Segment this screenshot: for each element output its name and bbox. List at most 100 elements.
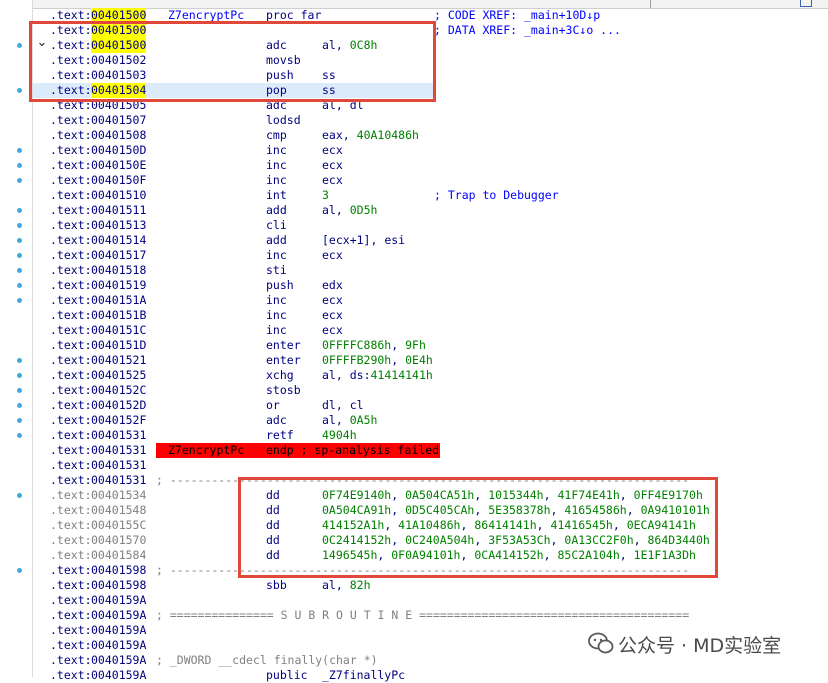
- segment-label[interactable]: .text:: [50, 308, 92, 323]
- operands[interactable]: ecx: [322, 308, 343, 323]
- address[interactable]: 00401525: [91, 368, 146, 383]
- address[interactable]: 0040159A: [91, 623, 146, 638]
- address[interactable]: 0040151D: [91, 338, 146, 353]
- address[interactable]: 00401584: [91, 548, 146, 563]
- address[interactable]: 0040155C: [91, 518, 146, 533]
- operands[interactable]: 0FFFFC886h, 9Fh: [322, 338, 426, 353]
- listing-row[interactable]: .text: 00401507 lodsd: [0, 113, 828, 128]
- listing-row[interactable]: .text: 00401531 Z7encryptPc endp ; sp-analy…: [0, 443, 828, 458]
- listing-row[interactable]: .text: 00401513 cli: [0, 218, 828, 233]
- segment-label[interactable]: .text:: [50, 143, 92, 158]
- listing-row[interactable]: .text: 00401598 sbb al, 82h: [0, 578, 828, 593]
- segment-label[interactable]: .text:: [50, 668, 92, 683]
- mnemonic[interactable]: inc: [266, 158, 287, 173]
- address[interactable]: 0040151B: [91, 308, 146, 323]
- operands[interactable]: al, ds:41414141h: [322, 368, 433, 383]
- mnemonic[interactable]: inc: [266, 173, 287, 188]
- segment-label[interactable]: .text:: [50, 113, 92, 128]
- operands[interactable]: _Z7finallyPc: [322, 668, 405, 683]
- function-name[interactable]: Z7encryptPc: [168, 443, 244, 458]
- address[interactable]: 00401511: [91, 203, 146, 218]
- address[interactable]: 00401548: [91, 503, 146, 518]
- segment-label[interactable]: .text:: [50, 503, 92, 518]
- operands[interactable]: 3: [322, 188, 329, 203]
- operands[interactable]: al, 0A5h: [322, 413, 377, 428]
- address[interactable]: 00401531: [91, 473, 146, 488]
- mnemonic[interactable]: inc: [266, 323, 287, 338]
- mnemonic[interactable]: retf: [266, 428, 294, 443]
- mnemonic[interactable]: endp ; sp-analysis failed: [266, 443, 439, 458]
- address[interactable]: 00401531: [91, 458, 146, 473]
- mnemonic[interactable]: cmp: [266, 128, 287, 143]
- segment-label[interactable]: .text:: [50, 353, 92, 368]
- address[interactable]: 0040152C: [91, 383, 146, 398]
- segment-label[interactable]: .text:: [50, 128, 92, 143]
- address[interactable]: 00401598: [91, 578, 146, 593]
- segment-label[interactable]: .text:: [50, 173, 92, 188]
- mnemonic[interactable]: add: [266, 203, 287, 218]
- operands[interactable]: 4904h: [322, 428, 357, 443]
- operands[interactable]: al, 0D5h: [322, 203, 377, 218]
- address[interactable]: 0040152D: [91, 398, 146, 413]
- listing-row[interactable]: .text: 0040150F inc ecx: [0, 173, 828, 188]
- mnemonic[interactable]: add: [266, 233, 287, 248]
- mnemonic[interactable]: inc: [266, 293, 287, 308]
- segment-label[interactable]: .text:: [50, 518, 92, 533]
- mnemonic[interactable]: inc: [266, 143, 287, 158]
- mnemonic[interactable]: sti: [266, 263, 287, 278]
- operands[interactable]: 0FFFFB290h, 0E4h: [322, 353, 433, 368]
- address[interactable]: 0040159A: [91, 638, 146, 653]
- listing-row[interactable]: .text: 0040159A: [0, 593, 828, 608]
- address[interactable]: 00401570: [91, 533, 146, 548]
- listing-row[interactable]: .text: 00401514 add [ecx+1], esi: [0, 233, 828, 248]
- listing-row[interactable]: .text: 00401531 retf 4904h: [0, 428, 828, 443]
- listing-row[interactable]: .text: 00401511 add al, 0D5h: [0, 203, 828, 218]
- address[interactable]: 00401517: [91, 248, 146, 263]
- segment-label[interactable]: .text:: [50, 398, 92, 413]
- address[interactable]: 0040159A: [91, 653, 146, 668]
- operands[interactable]: al, 82h: [322, 578, 371, 593]
- mnemonic[interactable]: or: [266, 398, 280, 413]
- segment-label[interactable]: .text:: [50, 293, 92, 308]
- address[interactable]: 00401531: [91, 443, 146, 458]
- address[interactable]: 0040150F: [91, 173, 146, 188]
- segment-label[interactable]: .text:: [50, 443, 92, 458]
- address[interactable]: 0040151A: [91, 293, 146, 308]
- listing-row[interactable]: .text: 0040159A public _Z7finallyPc: [0, 668, 828, 683]
- listing-row[interactable]: .text: 00401525 xchg al, ds:41414141h: [0, 368, 828, 383]
- segment-label[interactable]: .text:: [50, 323, 92, 338]
- listing-row[interactable]: .text: 0040151C inc ecx: [0, 323, 828, 338]
- segment-label[interactable]: .text:: [50, 233, 92, 248]
- segment-label[interactable]: .text:: [50, 638, 92, 653]
- operands[interactable]: ecx: [322, 143, 343, 158]
- separator-comment[interactable]: ; _DWORD __cdecl finally(char *): [156, 653, 378, 668]
- operands[interactable]: ecx: [322, 293, 343, 308]
- segment-label[interactable]: .text:: [50, 203, 92, 218]
- address[interactable]: 00401598: [91, 563, 146, 578]
- segment-label[interactable]: .text:: [50, 473, 92, 488]
- operands[interactable]: edx: [322, 278, 343, 293]
- segment-label[interactable]: .text:: [50, 428, 92, 443]
- address[interactable]: 00401534: [91, 488, 146, 503]
- address[interactable]: 0040159A: [91, 668, 146, 683]
- segment-label[interactable]: .text:: [50, 248, 92, 263]
- operands[interactable]: ecx: [322, 323, 343, 338]
- address[interactable]: 00401508: [91, 128, 146, 143]
- listing-row[interactable]: .text: 0040151B inc ecx: [0, 308, 828, 323]
- listing-row[interactable]: .text: 0040152F adc al, 0A5h: [0, 413, 828, 428]
- address[interactable]: 0040159A: [91, 593, 146, 608]
- listing-row[interactable]: .text: 00401510 int 3 ; Trap to Debugger: [0, 188, 828, 203]
- xref-comment[interactable]: ; CODE XREF: _main+10D↓p: [434, 8, 600, 23]
- mnemonic[interactable]: adc: [266, 413, 287, 428]
- address[interactable]: 0040159A: [91, 608, 146, 623]
- mnemonic[interactable]: push: [266, 278, 294, 293]
- segment-label[interactable]: .text:: [50, 488, 92, 503]
- segment-label[interactable]: .text:: [50, 653, 92, 668]
- listing-row[interactable]: .text: 0040150D inc ecx: [0, 143, 828, 158]
- mnemonic[interactable]: int: [266, 188, 287, 203]
- mnemonic[interactable]: enter: [266, 338, 301, 353]
- xref-comment[interactable]: ; DATA XREF: _main+3C↓o ...: [434, 23, 621, 38]
- listing-row[interactable]: .text: 0040152D or dl, cl: [0, 398, 828, 413]
- address[interactable]: 0040150D: [91, 143, 146, 158]
- mnemonic[interactable]: stosb: [266, 383, 301, 398]
